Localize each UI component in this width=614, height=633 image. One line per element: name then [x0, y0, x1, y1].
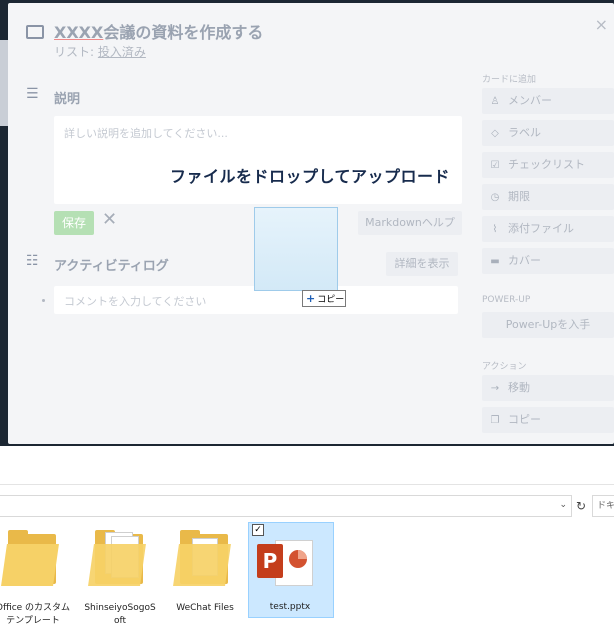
description-heading: 説明 [54, 92, 81, 107]
cover-icon: ▬ [490, 256, 500, 267]
add-to-card-heading: カードに追加 [482, 75, 537, 85]
file-label-line2: テンプレート [6, 616, 60, 626]
cover-button[interactable]: ▬ カバー [482, 248, 614, 274]
card-title-rest: 会議の資料を作成する [103, 23, 264, 42]
labels-label: ラベル [508, 126, 541, 139]
file-label-test-pptx: test.pptx [269, 602, 311, 612]
board-list-edge [0, 40, 8, 126]
close-icon[interactable]: × [595, 15, 608, 34]
file-label: WeChat Files [162, 602, 248, 615]
description-icon: ☰ [26, 86, 39, 102]
copy-icon: ❐ [490, 415, 500, 426]
pie-chart-icon [289, 550, 307, 568]
file-label-line1: Office のカスタム [0, 603, 71, 613]
copy-label: コピー [508, 413, 541, 426]
card-icon [26, 25, 44, 39]
cancel-icon[interactable]: ✕ [102, 209, 117, 230]
card-title-prefix: XXXX [54, 23, 104, 42]
address-bar[interactable]: ⌄ [0, 495, 572, 517]
show-details-button[interactable]: 詳細を表示 [386, 252, 458, 276]
powerup-heading: POWER-UP [482, 295, 531, 305]
file-label: ShinseiyoSogoS oft [77, 602, 163, 628]
members-button[interactable]: ♙ メンバー [482, 88, 614, 114]
drag-copy-tooltip: + コピー [302, 290, 346, 307]
folder-front [173, 544, 231, 586]
due-date-button[interactable]: ◷ 期限 [482, 184, 614, 210]
selection-checkbox[interactable]: ✓ [252, 524, 264, 536]
markdown-help-button[interactable]: Markdownヘルプ [358, 211, 462, 235]
folder-front [1, 544, 59, 586]
chevron-down-icon[interactable]: ⌄ [559, 500, 567, 510]
ribbon-divider [0, 484, 614, 485]
description-input[interactable]: 詳しい説明を追加してください... ファイルをドロップしてアップロード [54, 116, 462, 204]
list-name-link[interactable]: 投入済み [98, 45, 146, 59]
powerpoint-letter: P [257, 544, 283, 578]
folder-office-templates[interactable]: Office のカスタム テンプレート [0, 522, 76, 626]
move-label: 移動 [508, 381, 530, 394]
search-box[interactable]: ドキ [592, 495, 614, 517]
list-label: リスト: [54, 45, 95, 59]
file-label-line1: WeChat Files [176, 603, 234, 613]
avatar-placeholder [42, 299, 45, 302]
save-button[interactable]: 保存 [54, 211, 94, 235]
description-placeholder: 詳しい説明を追加してください... [64, 127, 228, 140]
card-list-info: リスト: 投入済み [54, 43, 146, 60]
drag-ghost-image [254, 207, 338, 291]
activity-heading: アクティビティログ [54, 259, 169, 274]
attachment-label: 添付ファイル [508, 222, 574, 235]
cover-label: カバー [508, 254, 541, 267]
checklist-label: チェックリスト [508, 158, 585, 171]
attachment-button[interactable]: ⌇ 添付ファイル [482, 216, 614, 242]
move-button[interactable]: → 移動 [482, 375, 614, 401]
file-label-line1: ShinseiyoSogoS [84, 603, 156, 613]
copy-button[interactable]: ❐ コピー [482, 407, 614, 433]
card-title[interactable]: XXXX会議の資料を作成する [54, 19, 263, 43]
tag-icon: ◇ [491, 128, 499, 139]
folder-wechat-files[interactable]: WeChat Files [162, 522, 248, 616]
labels-button[interactable]: ◇ ラベル [482, 120, 614, 146]
refresh-icon[interactable]: ↻ [574, 496, 588, 516]
person-icon: ♙ [490, 96, 500, 107]
get-powerup-button[interactable]: Power-Upを入手 [482, 312, 614, 338]
folder-shinseiyo[interactable]: ShinseiyoSogoS oft [77, 522, 163, 626]
plus-icon: + [306, 292, 316, 305]
due-date-label: 期限 [508, 190, 530, 203]
members-label: メンバー [508, 94, 552, 107]
arrow-right-icon: → [490, 383, 500, 394]
checkbox-icon: ☑ [490, 160, 500, 171]
paperclip-icon: ⌇ [492, 224, 498, 235]
file-label: Office のカスタム テンプレート [0, 602, 76, 628]
checklist-button[interactable]: ☑ チェックリスト [482, 152, 614, 178]
folder-front [88, 544, 146, 586]
comment-placeholder: コメントを入力してください [64, 295, 207, 308]
powerpoint-icon: P [257, 540, 317, 586]
clock-icon: ◷ [490, 192, 500, 203]
actions-heading: アクション [482, 362, 527, 372]
activity-icon: ☷ [26, 253, 39, 269]
drop-upload-message: ファイルをドロップしてアップロード [169, 167, 450, 186]
copy-tooltip-label: コピー [317, 295, 345, 305]
file-label-line2: oft [113, 616, 127, 626]
